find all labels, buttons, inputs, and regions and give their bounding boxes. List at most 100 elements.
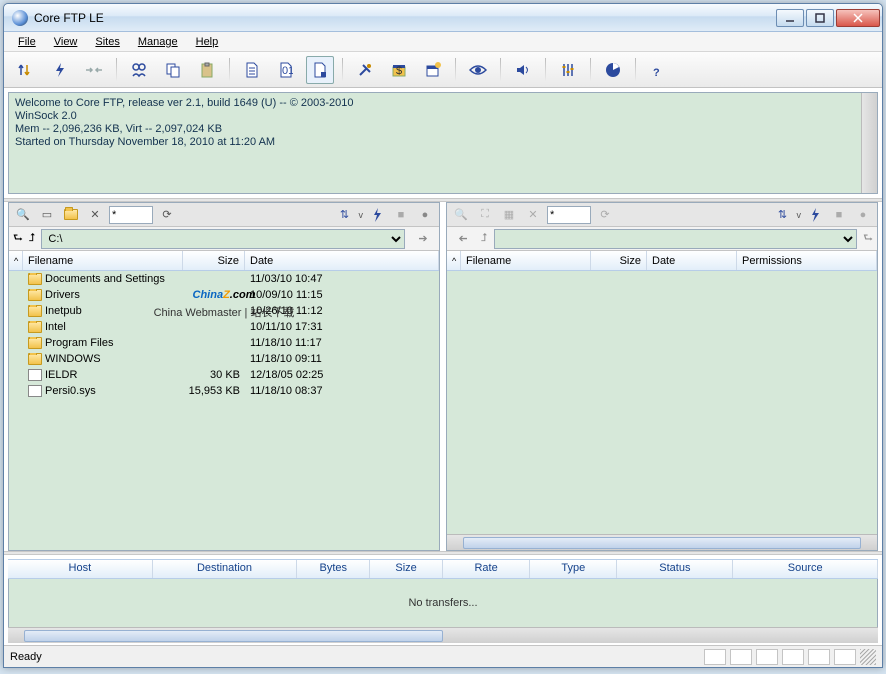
- updir-icon[interactable]: ⮥: [29, 232, 36, 245]
- quickconnect-icon[interactable]: [46, 56, 74, 84]
- tools-icon[interactable]: [351, 56, 379, 84]
- table-row[interactable]: Inetpub10/26/10 11:12: [9, 303, 439, 319]
- remote-filter-input[interactable]: [547, 206, 591, 224]
- schedule-icon[interactable]: $: [385, 56, 413, 84]
- qcol-rate[interactable]: Rate: [443, 560, 530, 578]
- status-cell: [756, 649, 778, 665]
- disconnect-icon[interactable]: [80, 56, 108, 84]
- newfolder-icon[interactable]: [61, 205, 81, 225]
- table-row[interactable]: Persi0.sys15,953 KB11/18/10 08:37: [9, 383, 439, 399]
- select-icon[interactable]: ▭: [37, 205, 57, 225]
- qcol-size[interactable]: Size: [370, 560, 443, 578]
- remote-list-header[interactable]: ^ Filename Size Date Permissions: [447, 251, 877, 271]
- queue-empty-text: No transfers...: [408, 597, 477, 609]
- tree-icon[interactable]: ⮑: [13, 229, 23, 248]
- table-row[interactable]: Program Files11/18/10 11:17: [9, 335, 439, 351]
- qcol-status[interactable]: Status: [617, 560, 733, 578]
- table-row[interactable]: Drivers10/09/10 11:15: [9, 287, 439, 303]
- menu-sites[interactable]: Sites: [87, 34, 127, 50]
- splitter-queue[interactable]: [4, 551, 882, 555]
- window-title: Core FTP LE: [34, 11, 776, 25]
- asciifile-icon[interactable]: [306, 56, 334, 84]
- col-filename[interactable]: Filename: [23, 251, 183, 270]
- queue-header[interactable]: Host Destination Bytes Size Rate Type St…: [8, 559, 878, 579]
- qcol-bytes[interactable]: Bytes: [297, 560, 370, 578]
- search-icon[interactable]: 🔍: [13, 205, 33, 225]
- table-row[interactable]: WINDOWS11/18/10 09:11: [9, 351, 439, 367]
- record-icon[interactable]: ●: [853, 205, 873, 225]
- settings-icon[interactable]: [554, 56, 582, 84]
- app-window: Core FTP LE File View Sites Manage Help …: [3, 3, 883, 668]
- remote-pathbar: ➔ ⮥ ⮑: [447, 227, 877, 251]
- newfolder-icon[interactable]: ▦: [499, 205, 519, 225]
- go-left-icon[interactable]: ➔: [451, 229, 475, 249]
- col-permissions[interactable]: Permissions: [737, 251, 877, 270]
- remote-pane: 🔍 ⛶ ▦ ✕ ⟳ ⇅ v ■ ● ➔ ⮥ ⮑ ^ Filen: [446, 202, 878, 551]
- sound-icon[interactable]: [509, 56, 537, 84]
- table-row[interactable]: IELDR30 KB12/18/05 02:25: [9, 367, 439, 383]
- queue-hscroll[interactable]: [8, 627, 878, 643]
- refresh-icon[interactable]: ⟳: [595, 205, 615, 225]
- refresh-icon[interactable]: ⟳: [157, 205, 177, 225]
- help-icon[interactable]: ?: [644, 56, 672, 84]
- col-filename[interactable]: Filename: [461, 251, 591, 270]
- local-file-list[interactable]: ChinaZ.com China Webmaster | 站长下载 Docume…: [9, 271, 439, 550]
- upload-icon[interactable]: ⇅: [335, 205, 355, 225]
- log-pane[interactable]: Welcome to Core FTP, release ver 2.1, bu…: [8, 92, 878, 194]
- local-path-select[interactable]: C:\: [41, 229, 405, 249]
- local-list-header[interactable]: ^ Filename Size Date: [9, 251, 439, 271]
- menu-manage[interactable]: Manage: [130, 34, 186, 50]
- log-line: Welcome to Core FTP, release ver 2.1, bu…: [15, 97, 871, 110]
- delete-icon[interactable]: ✕: [523, 205, 543, 225]
- status-cell: [808, 649, 830, 665]
- quick-icon[interactable]: [367, 205, 387, 225]
- updir-icon[interactable]: ⮥: [481, 232, 488, 245]
- col-date[interactable]: Date: [647, 251, 737, 270]
- sitemanager-icon[interactable]: [125, 56, 153, 84]
- tree-icon[interactable]: ⮑: [863, 229, 873, 248]
- local-pathbar: ⮑ ⮥ C:\ ➔: [9, 227, 439, 251]
- stop-icon[interactable]: ■: [829, 205, 849, 225]
- table-row[interactable]: Intel10/11/10 17:31: [9, 319, 439, 335]
- download-icon[interactable]: ⇅: [773, 205, 793, 225]
- qcol-dest[interactable]: Destination: [153, 560, 298, 578]
- col-size[interactable]: Size: [591, 251, 647, 270]
- view-icon[interactable]: [464, 56, 492, 84]
- search-icon[interactable]: 🔍: [451, 205, 471, 225]
- paste-icon[interactable]: [193, 56, 221, 84]
- remote-path-select[interactable]: [494, 229, 858, 249]
- stats-icon[interactable]: [599, 56, 627, 84]
- delete-icon[interactable]: ✕: [85, 205, 105, 225]
- select-icon[interactable]: ⛶: [475, 205, 495, 225]
- record-icon[interactable]: ●: [415, 205, 435, 225]
- resize-grip[interactable]: [860, 649, 876, 665]
- col-date[interactable]: Date: [245, 251, 439, 270]
- table-row[interactable]: Documents and Settings11/03/10 10:47: [9, 271, 439, 287]
- close-button[interactable]: [836, 9, 880, 27]
- queue-body[interactable]: No transfers...: [8, 579, 878, 627]
- titlebar[interactable]: Core FTP LE: [4, 4, 882, 32]
- menu-help[interactable]: Help: [188, 34, 227, 50]
- newwindow-icon[interactable]: [419, 56, 447, 84]
- stop-icon[interactable]: ■: [391, 205, 411, 225]
- copy-icon[interactable]: [159, 56, 187, 84]
- maximize-button[interactable]: [806, 9, 834, 27]
- remote-hscroll[interactable]: [447, 534, 877, 550]
- log-scrollbar[interactable]: [861, 93, 877, 193]
- menu-view[interactable]: View: [46, 34, 86, 50]
- qcol-type[interactable]: Type: [530, 560, 617, 578]
- qcol-source[interactable]: Source: [733, 560, 878, 578]
- connect-icon[interactable]: [12, 56, 40, 84]
- log-line: Mem -- 2,096,236 KB, Virt -- 2,097,024 K…: [15, 123, 871, 136]
- col-size[interactable]: Size: [183, 251, 245, 270]
- newfile-icon[interactable]: [238, 56, 266, 84]
- quick-icon[interactable]: [805, 205, 825, 225]
- qcol-host[interactable]: Host: [8, 560, 153, 578]
- minimize-button[interactable]: [776, 9, 804, 27]
- binaryfile-icon[interactable]: 010: [272, 56, 300, 84]
- remote-file-list[interactable]: [447, 271, 877, 534]
- menu-file[interactable]: File: [10, 34, 44, 50]
- local-filter-input[interactable]: [109, 206, 153, 224]
- main-toolbar: 010 $ ?: [4, 52, 882, 88]
- go-right-icon[interactable]: ➔: [411, 229, 435, 249]
